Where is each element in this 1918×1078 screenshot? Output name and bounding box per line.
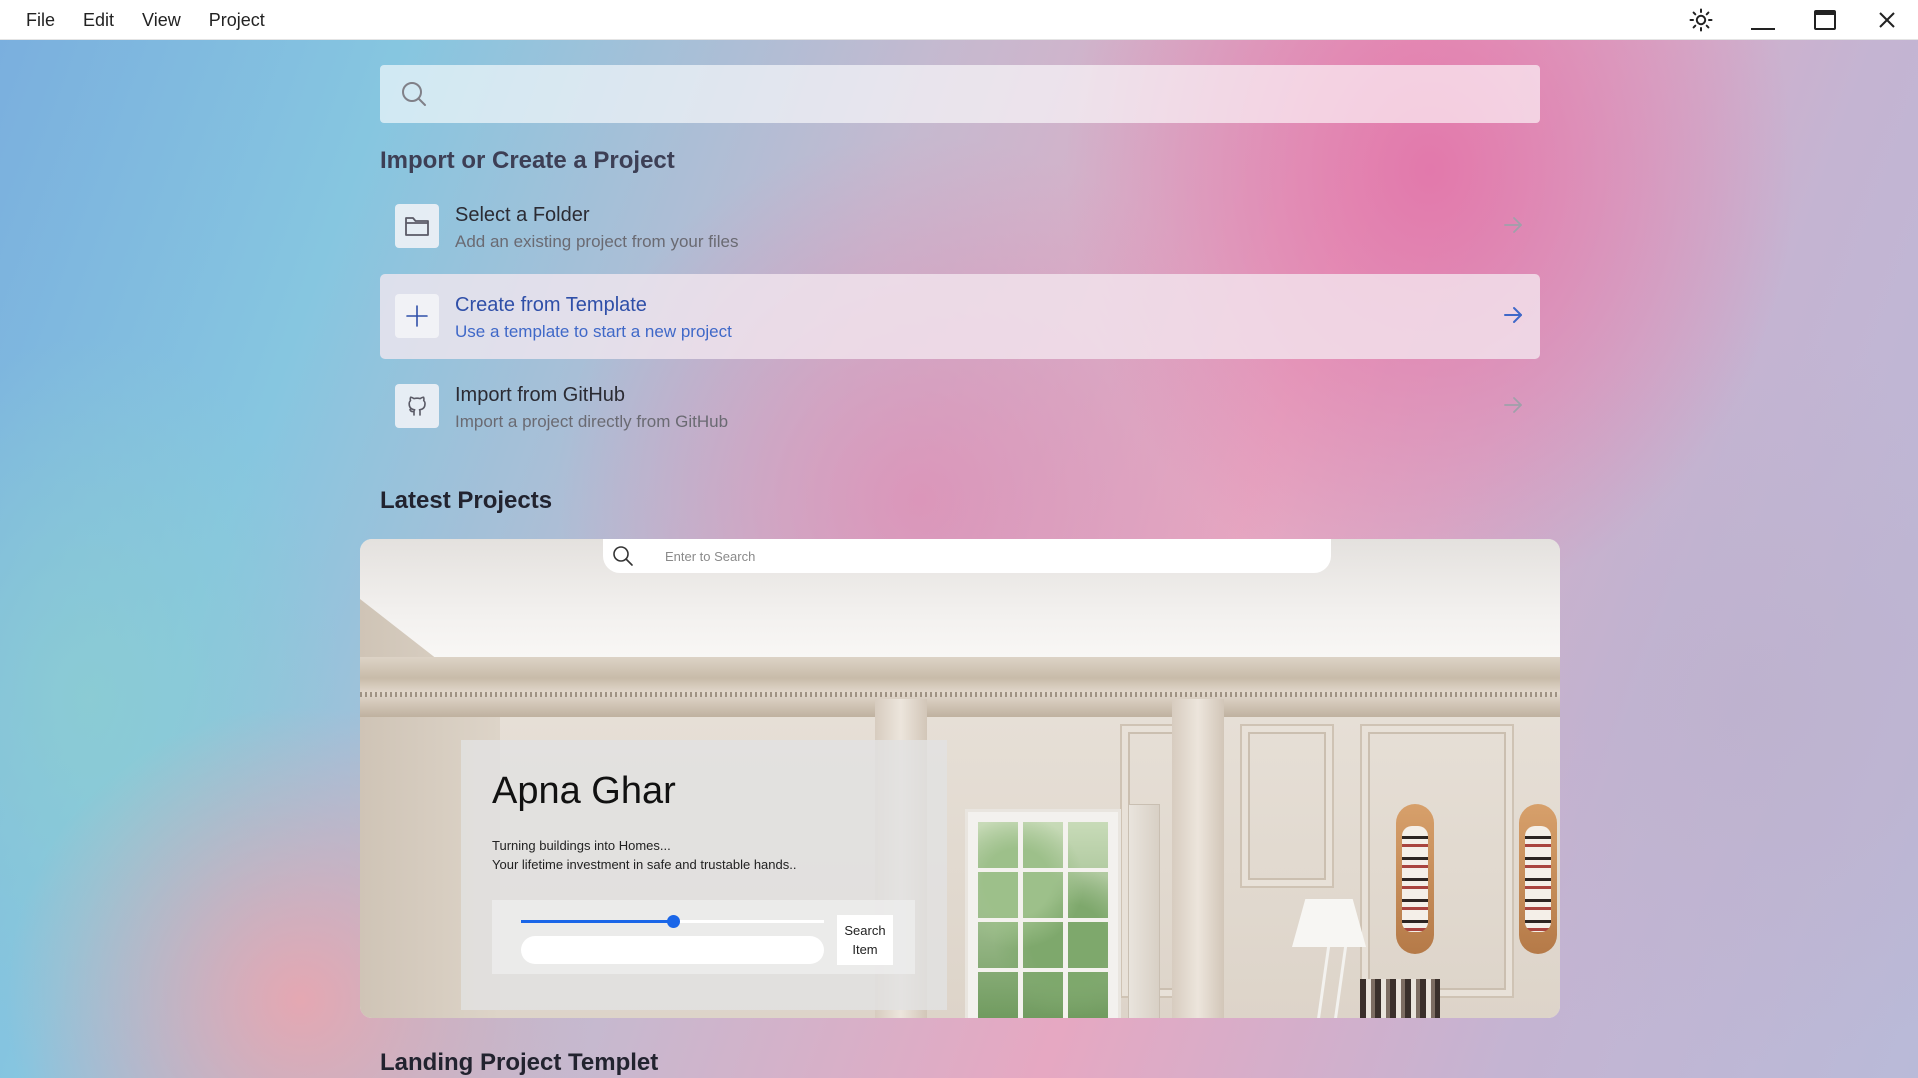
option-create-from-template[interactable]: Create from Template Use a template to s… [380, 274, 1540, 359]
plus-icon [406, 305, 428, 327]
option-select-folder[interactable]: Select a Folder Add an existing project … [380, 184, 1540, 269]
option-title: Import from GitHub [455, 384, 626, 406]
window-controls [1670, 0, 1918, 40]
option-subtitle: Add an existing project from your files [455, 232, 739, 251]
maximize-button[interactable] [1794, 0, 1856, 40]
hero-tagline: Your lifetime investment in safe and tru… [492, 857, 797, 872]
latest-projects-title: Latest Projects [380, 487, 553, 514]
menu-edit[interactable]: Edit [69, 6, 128, 35]
minimize-button[interactable] [1732, 0, 1794, 40]
preview-window [965, 809, 1121, 1018]
project-search-input[interactable] [442, 64, 1540, 124]
preview-skateboard [1396, 804, 1434, 954]
github-icon [408, 396, 426, 416]
search-icon [402, 82, 426, 106]
maximize-icon [1814, 10, 1836, 30]
option-import-github[interactable]: Import from GitHub Import a project dire… [380, 364, 1540, 449]
import-section-title: Import or Create a Project [380, 147, 675, 174]
arrow-right-icon [1504, 307, 1522, 323]
folder-icon [405, 217, 429, 236]
menu-project[interactable]: Project [195, 6, 279, 35]
card-search-placeholder: Enter to Search [665, 549, 756, 564]
hero-tagline: Turning buildings into Homes... [492, 838, 671, 853]
landing-template-title: Landing Project Templet [380, 1049, 659, 1076]
slider-fill [521, 920, 673, 923]
slider-thumb[interactable] [666, 915, 680, 928]
hero-controls: Search Item [492, 900, 915, 974]
hero-panel: Apna Ghar Turning buildings into Homes..… [461, 740, 947, 1010]
minimize-icon [1751, 28, 1775, 30]
option-title: Create from Template [455, 294, 647, 316]
preview-books [1360, 979, 1440, 1018]
title-bar: File Edit View Project [0, 0, 1918, 40]
arrow-right-icon [1504, 217, 1522, 233]
hero-slider[interactable] [521, 915, 824, 928]
menu-view[interactable]: View [128, 6, 195, 35]
preview-skateboard [1519, 804, 1557, 954]
preview-cornice [360, 657, 1560, 717]
search-item-button[interactable]: Search Item [837, 915, 893, 965]
project-preview-card[interactable]: Enter to Search Apna Ghar Turning buildi… [360, 539, 1560, 1018]
menu-bar: File Edit View Project [12, 0, 279, 40]
close-icon [1879, 12, 1895, 28]
close-button[interactable] [1856, 0, 1918, 40]
menu-file[interactable]: File [12, 6, 69, 35]
option-subtitle: Import a project directly from GitHub [455, 412, 729, 431]
theme-toggle-button[interactable] [1670, 0, 1732, 40]
search-icon [613, 546, 633, 566]
hero-title: Apna Ghar [492, 770, 676, 812]
option-title: Select a Folder [455, 204, 590, 226]
sun-icon [1689, 8, 1713, 32]
option-subtitle: Use a template to start a new project [455, 322, 732, 341]
project-search-bar[interactable] [380, 64, 1540, 124]
hero-search-input[interactable] [521, 936, 824, 964]
card-search-bar[interactable]: Enter to Search [603, 539, 1331, 573]
arrow-right-icon [1504, 397, 1522, 413]
